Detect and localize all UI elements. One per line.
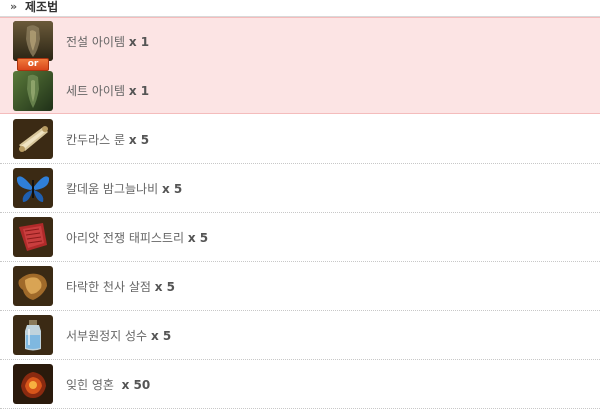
ingredient-row[interactable]: 아리앗 전쟁 태피스트리 x 5 (0, 213, 600, 262)
set-item-icon (13, 71, 53, 111)
section-header: » 제조법 (0, 0, 600, 17)
ingredient-label: 타락한 천사 살점 x 5 (66, 280, 176, 294)
double-arrow-icon: » (10, 0, 17, 13)
ingredient-label: 아리앗 전쟁 태피스트리 x 5 (66, 231, 209, 245)
angel-flesh-icon (13, 266, 53, 306)
ingredient-row[interactable]: 세트 아이템 x 1 (0, 66, 600, 115)
ingredient-label: 잊힌 영혼 x 50 (66, 378, 151, 392)
ingredient-row[interactable]: 서부원정지 성수 x 5 (0, 311, 600, 360)
ingredient-row[interactable]: 타락한 천사 살점 x 5 (0, 262, 600, 311)
ingredient-label: 칸두라스 룬 x 5 (66, 133, 150, 147)
holy-water-icon (13, 315, 53, 355)
ingredient-label: 세트 아이템 x 1 (66, 84, 150, 98)
ingredient-row[interactable]: 잊힌 영혼 x 50 (0, 360, 600, 409)
ingredient-label: 서부원정지 성수 x 5 (66, 329, 172, 343)
forgotten-soul-icon (13, 364, 53, 404)
ingredient-row[interactable]: 전설 아이템 x 1 (0, 17, 600, 66)
blue-butterfly-icon (13, 168, 53, 208)
ingredient-row[interactable]: 칸두라스 룬 x 5 (0, 115, 600, 164)
ingredient-label: 전설 아이템 x 1 (66, 35, 150, 49)
rune-scroll-icon (13, 119, 53, 159)
legendary-item-icon (13, 21, 53, 61)
ingredient-label: 칼데움 밤그늘나비 x 5 (66, 182, 183, 196)
ingredient-row[interactable]: 칼데움 밤그늘나비 x 5 (0, 164, 600, 213)
section-title: 제조법 (25, 0, 59, 14)
tapestry-icon (13, 217, 53, 257)
